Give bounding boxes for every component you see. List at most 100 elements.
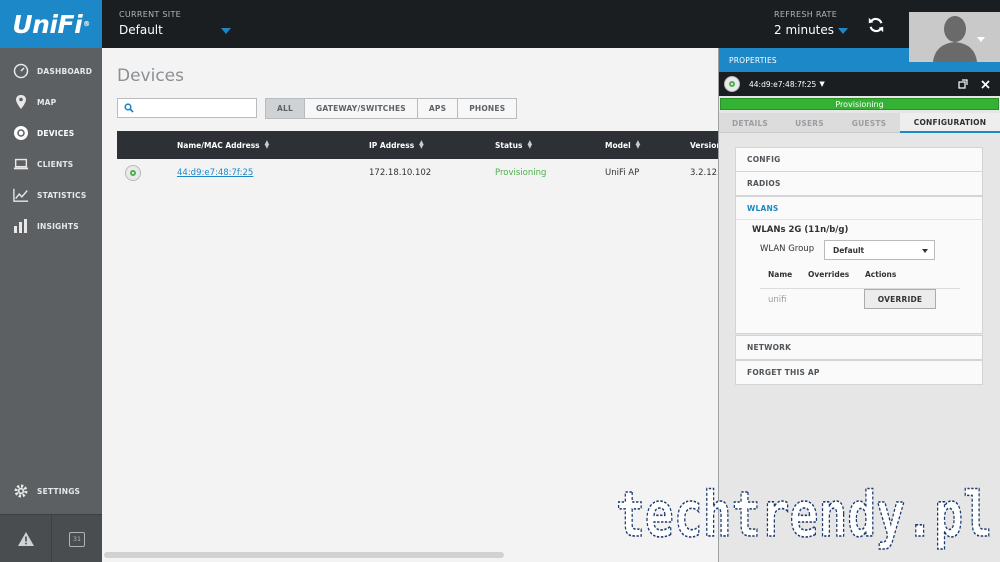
panel-device-name: 44:d9:e7:48:7f:25 <box>749 79 817 89</box>
refresh-label: REFRESH RATE <box>774 10 838 19</box>
sort-icon: ▲ ▼ <box>264 139 270 150</box>
sort-icon: ▲ ▼ <box>419 139 424 150</box>
tab-users[interactable]: USERS <box>781 113 838 133</box>
config-section[interactable]: CONFIG <box>735 147 983 172</box>
forget-ap-section[interactable]: FORGET THIS AP <box>735 360 983 385</box>
column-label: Status <box>495 140 523 150</box>
filter-phones[interactable]: PHONES <box>458 99 516 118</box>
panel-device-bar: 44:d9:e7:48:7f:25 ▼ <box>719 72 1000 96</box>
wlan-row-name: unifi <box>768 295 787 305</box>
wlan-col-name: Name <box>768 270 793 279</box>
column-label: Name/MAC Address <box>177 140 260 150</box>
sort-icon: ▲ ▼ <box>635 139 641 150</box>
provisioning-progress-bar: Provisioning <box>720 98 999 110</box>
line-chart-icon <box>13 187 29 203</box>
panel-tabs: DETAILS USERS GUESTS CONFIGURATION <box>719 113 1000 133</box>
radios-section[interactable]: RADIOS <box>735 171 983 196</box>
popout-icon <box>958 79 968 89</box>
device-mac-link[interactable]: 44:d9:e7:48:7f:25 <box>177 168 253 178</box>
column-label: Model <box>605 140 631 150</box>
sidebar-item-label: DASHBOARD <box>37 66 93 76</box>
map-pin-icon <box>13 94 29 110</box>
sidebar-footer: 31 <box>0 514 102 562</box>
filter-gateway-switches[interactable]: GATEWAY/SWITCHES <box>305 99 418 118</box>
sidebar-item-label: STATISTICS <box>37 190 87 200</box>
sidebar-item-devices[interactable]: DEVICES <box>0 118 102 148</box>
site-dropdown-caret-icon[interactable] <box>221 28 231 34</box>
close-button[interactable] <box>977 72 993 96</box>
column-ip-address[interactable]: IP Address ▲ ▼ <box>369 131 424 159</box>
panel-device-selector[interactable]: 44:d9:e7:48:7f:25 ▼ <box>749 72 825 96</box>
wlan-col-overrides: Overrides <box>808 270 850 279</box>
bar-chart-icon <box>13 218 29 234</box>
section-title: RADIOS <box>747 179 781 188</box>
sidebar-item-map[interactable]: MAP <box>0 87 102 117</box>
user-avatar[interactable] <box>909 12 1000 62</box>
sidebar: DASHBOARD MAP DEVICES CLIENTS STATISTICS… <box>0 48 102 562</box>
section-title: FORGET THIS AP <box>747 368 820 377</box>
site-value: Default <box>119 23 163 37</box>
table-row[interactable]: 44:d9:e7:48:7f:25 172.18.10.102 Provisio… <box>117 159 720 187</box>
sidebar-item-label: CLIENTS <box>37 159 74 169</box>
column-status[interactable]: Status ▲ ▼ <box>495 131 532 159</box>
filter-all[interactable]: ALL <box>266 99 305 118</box>
device-version: 3.2.12. <box>690 168 720 178</box>
gear-icon <box>13 483 29 499</box>
refresh-icon[interactable] <box>867 16 885 34</box>
sidebar-item-insights[interactable]: INSIGHTS <box>0 211 102 241</box>
unifi-logo[interactable]: UniFi ® <box>0 0 102 48</box>
filter-aps[interactable]: APS <box>418 99 459 118</box>
device-ip: 172.18.10.102 <box>369 168 432 178</box>
chevron-down-icon <box>922 249 928 253</box>
logo-registered-mark: ® <box>83 20 90 28</box>
sidebar-item-dashboard[interactable]: DASHBOARD <box>0 56 102 86</box>
search-input[interactable] <box>117 98 257 118</box>
devices-icon <box>13 125 29 141</box>
column-model[interactable]: Model ▲ ▼ <box>605 131 640 159</box>
sidebar-item-label: DEVICES <box>37 128 75 138</box>
events-button[interactable]: 31 <box>51 515 102 562</box>
logo-text: UniFi <box>12 9 83 39</box>
calendar-day: 31 <box>72 535 82 543</box>
laptop-icon <box>13 156 29 172</box>
network-section[interactable]: NETWORK <box>735 335 983 360</box>
device-filter-group: ALL GATEWAY/SWITCHES APS PHONES <box>265 98 518 119</box>
refresh-rate-selector[interactable]: REFRESH RATE 2 minutes <box>774 10 837 37</box>
sidebar-item-label: MAP <box>37 97 57 107</box>
warning-icon <box>17 532 34 546</box>
site-selector[interactable]: CURRENT SITE Default <box>119 10 181 37</box>
tab-details[interactable]: DETAILS <box>719 113 781 133</box>
column-name-mac[interactable]: Name/MAC Address ▲ ▼ <box>177 131 269 159</box>
sidebar-item-statistics[interactable]: STATISTICS <box>0 180 102 210</box>
section-title[interactable]: WLANS <box>736 197 982 220</box>
watermark-text: techtrendy.pl <box>616 478 992 551</box>
refresh-value: 2 minutes <box>774 23 835 37</box>
calendar-icon: 31 <box>69 531 85 547</box>
search-icon <box>124 103 134 113</box>
sidebar-item-label: INSIGHTS <box>37 221 79 231</box>
tab-configuration[interactable]: CONFIGURATION <box>900 113 1000 133</box>
sort-icon: ▲ ▼ <box>527 139 533 150</box>
column-version[interactable]: Version <box>690 131 722 159</box>
sidebar-item-clients[interactable]: CLIENTS <box>0 149 102 179</box>
page-title: Devices <box>117 66 184 86</box>
top-bar: UniFi ® CURRENT SITE Default REFRESH RATE… <box>0 0 1000 48</box>
wlan-group-select[interactable]: Default <box>824 240 935 260</box>
sidebar-item-label: SETTINGS <box>37 486 81 496</box>
popout-button[interactable] <box>955 72 971 96</box>
sidebar-item-settings[interactable]: SETTINGS <box>0 476 102 506</box>
alerts-button[interactable] <box>0 515 51 562</box>
refresh-dropdown-caret-icon[interactable] <box>838 28 848 34</box>
override-button[interactable]: OVERRIDE <box>864 289 936 309</box>
section-title: CONFIG <box>747 155 781 164</box>
wlan-col-actions: Actions <box>865 270 897 279</box>
tab-guests[interactable]: GUESTS <box>838 113 900 133</box>
wlans-section: WLANS WLANs 2G (11n/b/g) WLAN Group Defa… <box>735 196 983 334</box>
device-caret-icon: ▼ <box>819 80 825 88</box>
user-menu-caret-icon[interactable] <box>977 37 985 42</box>
close-icon <box>980 79 990 89</box>
techtrendy-watermark: techtrendy.pl <box>615 478 993 552</box>
user-silhouette-icon <box>933 16 977 62</box>
column-label: Version <box>690 140 722 150</box>
horizontal-scrollbar[interactable] <box>104 552 504 558</box>
